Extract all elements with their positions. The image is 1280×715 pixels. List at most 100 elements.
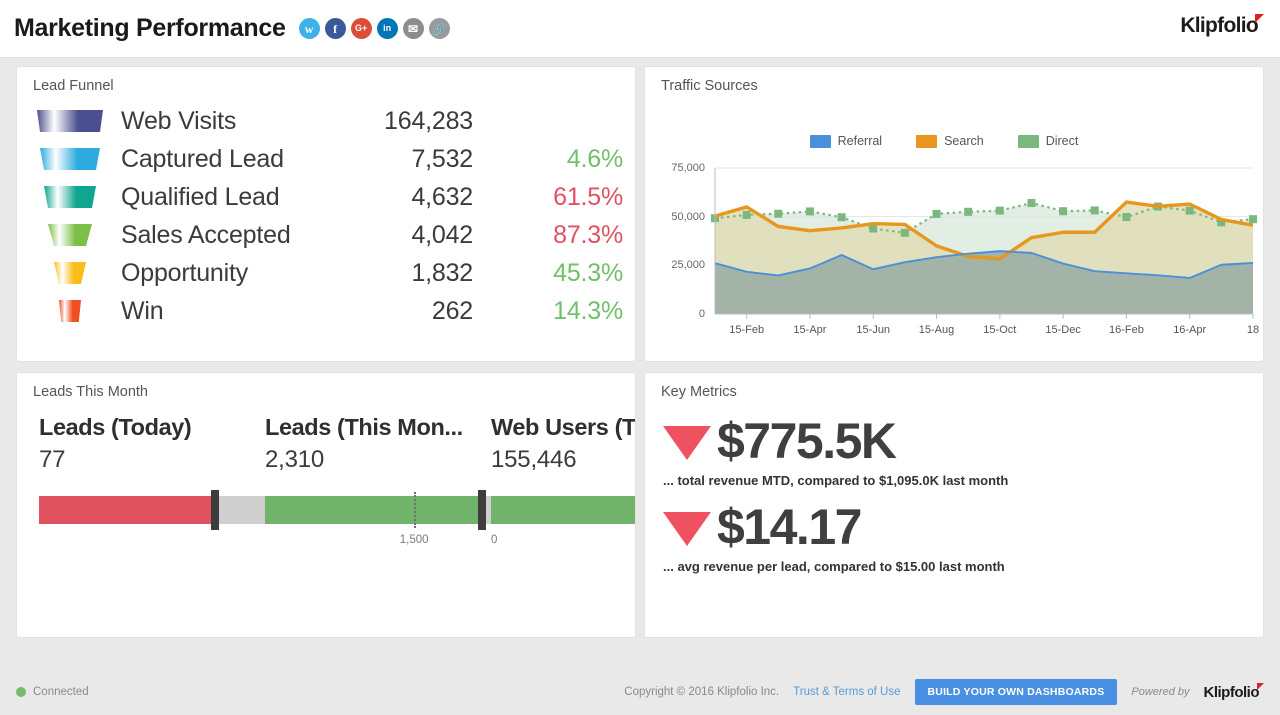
leads-this-month-title: Leads This Month — [33, 384, 148, 400]
klipfolio-logo: Klipfolio — [1180, 14, 1264, 38]
gauge-block: Leads (Today) 77 — [39, 414, 265, 530]
funnel-conversion-pct: 14.3% — [553, 296, 623, 325]
funnel-label: Captured Lead — [121, 144, 284, 173]
social-share-row: w f G+ in ✉ 🔗 — [298, 18, 450, 39]
chart-x-tick-label: 15-Oct — [983, 324, 1017, 336]
gauge-tick-label: 1,500 — [399, 534, 429, 546]
gauge-track: 0140,000 — [491, 496, 635, 546]
key-metric-subtitle: ... avg revenue per lead, compared to $1… — [663, 559, 1005, 574]
email-icon[interactable]: ✉ — [402, 18, 424, 39]
legend-item[interactable]: Direct — [1017, 134, 1078, 148]
chart-marker — [1059, 207, 1068, 216]
funnel-label: Win — [121, 296, 164, 325]
key-metric-head: $775.5K — [663, 416, 1263, 466]
funnel-segment-icon — [40, 148, 100, 170]
google-plus-icon[interactable]: G+ — [350, 18, 372, 39]
twitter-icon[interactable]: w — [298, 18, 320, 39]
key-metric-subtitle: ... total revenue MTD, compared to $1,09… — [663, 473, 1009, 488]
chart-x-tick-label: 15-Apr — [793, 324, 827, 336]
funnel-label: Opportunity — [121, 258, 249, 287]
chart-x-tick-label: 15-Dec — [1045, 324, 1081, 336]
chart-marker — [805, 207, 814, 216]
terms-link[interactable]: Trust & Terms of Use — [793, 686, 900, 698]
funnel-bar-cell — [31, 186, 109, 208]
footer-logo-accent-icon — [1257, 683, 1264, 690]
legend-label: Search — [944, 134, 984, 148]
lead-funnel-title: Lead Funnel — [33, 78, 114, 94]
page-title: Marketing Performance — [14, 14, 286, 42]
key-metrics-title: Key Metrics — [661, 384, 737, 400]
chart-plot-area: 0 25,000 50,000 75,000 15-Feb 15-Apr 15-Jun 15-… — [645, 162, 1263, 342]
panel-traffic-sources: Traffic Sources Referral Search Direct 0 25… — [644, 66, 1264, 362]
chart-x-tick-label: 18 — [1246, 324, 1260, 336]
chart-marker — [900, 228, 909, 237]
traffic-chart-svg — [711, 167, 1257, 319]
copyright-text: Copyright © 2016 Klipfolio Inc. — [624, 686, 780, 698]
funnel-conversion-pct: 87.3% — [553, 220, 623, 249]
chart-x-tick-label: 16-Apr — [1173, 324, 1207, 336]
chart-marker — [995, 206, 1004, 215]
legend-label: Referral — [837, 134, 883, 148]
gauge-track: 1,500 — [265, 490, 491, 546]
chart-marker — [774, 209, 783, 218]
gauge-row: Leads (Today) 77 Leads (This Mon... 2,310 1,… — [17, 400, 636, 546]
chart-marker — [1090, 206, 1099, 215]
funnel-bar-cell — [31, 300, 109, 322]
funnel-row: Sales Accepted 4,042 87.3% — [17, 216, 635, 254]
funnel-bar-cell — [31, 262, 109, 284]
chart-x-tick-label: 16-Feb — [1108, 324, 1144, 336]
key-metrics-list: $775.5K ... total revenue MTD, compared t… — [645, 400, 1263, 574]
funnel-value: 1,832 — [411, 258, 473, 287]
funnel-value: 262 — [431, 296, 473, 325]
build-dashboards-button[interactable]: BUILD YOUR OWN DASHBOARDS — [914, 679, 1118, 705]
footer-right-group: Copyright © 2016 Klipfolio Inc. Trust & … — [624, 679, 1264, 705]
facebook-icon[interactable]: f — [324, 18, 346, 39]
funnel-row: Qualified Lead 4,632 61.5% — [17, 178, 635, 216]
funnel-segment-icon — [54, 262, 86, 284]
link-icon[interactable]: 🔗 — [428, 18, 450, 39]
linkedin-icon[interactable]: in — [376, 18, 398, 39]
panel-lead-funnel: Lead Funnel Web Visits 164,283 Captured Le… — [16, 66, 636, 362]
klipfolio-logo-text: Klipfolio — [1180, 14, 1258, 37]
gauge-block: Web Users (This ... 155,446 0140,000 — [491, 414, 636, 546]
funnel-value: 164,283 — [384, 106, 473, 135]
chart-marker — [1122, 213, 1131, 222]
key-metric-head: $14.17 — [663, 502, 1263, 552]
status-dot-icon — [16, 687, 26, 697]
connection-status-label: Connected — [33, 686, 89, 698]
panel-leads-this-month: Leads This Month Leads (Today) 77 Leads (T… — [16, 372, 636, 638]
legend-item[interactable]: Referral — [809, 134, 883, 148]
chart-x-tick-label: 15-Feb — [729, 324, 765, 336]
gauge-target-cap — [477, 490, 486, 530]
gauge-value: 77 — [39, 446, 66, 473]
gauge-title: Web Users (This ... — [491, 414, 636, 440]
traffic-sources-chart: Referral Search Direct 0 25,000 50,000 75,000… — [645, 94, 1263, 344]
funnel-label: Sales Accepted — [121, 220, 291, 249]
dashboard-header: Marketing Performance w f G+ in ✉ 🔗 Klip… — [0, 0, 1280, 58]
key-metric-block: $14.17 ... avg revenue per lead, compared… — [663, 502, 1263, 574]
gauge-track — [39, 490, 265, 530]
funnel-label: Qualified Lead — [121, 182, 280, 211]
gauge-value: 155,446 — [491, 446, 577, 473]
connection-status: Connected — [16, 686, 89, 698]
funnel-row: Captured Lead 7,532 4.6% — [17, 140, 635, 178]
chart-marker — [742, 210, 751, 219]
funnel-segment-icon — [48, 224, 92, 246]
gauge-target-cap — [211, 490, 220, 530]
gauge-fill — [265, 496, 482, 524]
chart-marker — [964, 207, 973, 216]
lead-funnel-list: Web Visits 164,283 Captured Lead 7,532 4.6% Q… — [17, 102, 635, 330]
chart-marker — [837, 213, 846, 222]
chart-marker — [1249, 215, 1257, 224]
chart-y-tick-label: 25,000 — [671, 259, 705, 272]
legend-swatch-icon — [809, 134, 831, 148]
chart-legend: Referral Search Direct — [645, 134, 1243, 148]
funnel-row: Opportunity 1,832 45.3% — [17, 254, 635, 292]
dashboard-footer: Connected Copyright © 2016 Klipfolio Inc… — [0, 669, 1280, 715]
legend-item[interactable]: Search — [916, 134, 984, 148]
gauge-tick-label: 0 — [491, 534, 498, 546]
funnel-segment-icon — [44, 186, 96, 208]
panel-key-metrics: Key Metrics $775.5K ... total revenue MTD… — [644, 372, 1264, 638]
trend-down-arrow-icon — [663, 512, 711, 546]
logo-accent-icon — [1255, 14, 1264, 23]
